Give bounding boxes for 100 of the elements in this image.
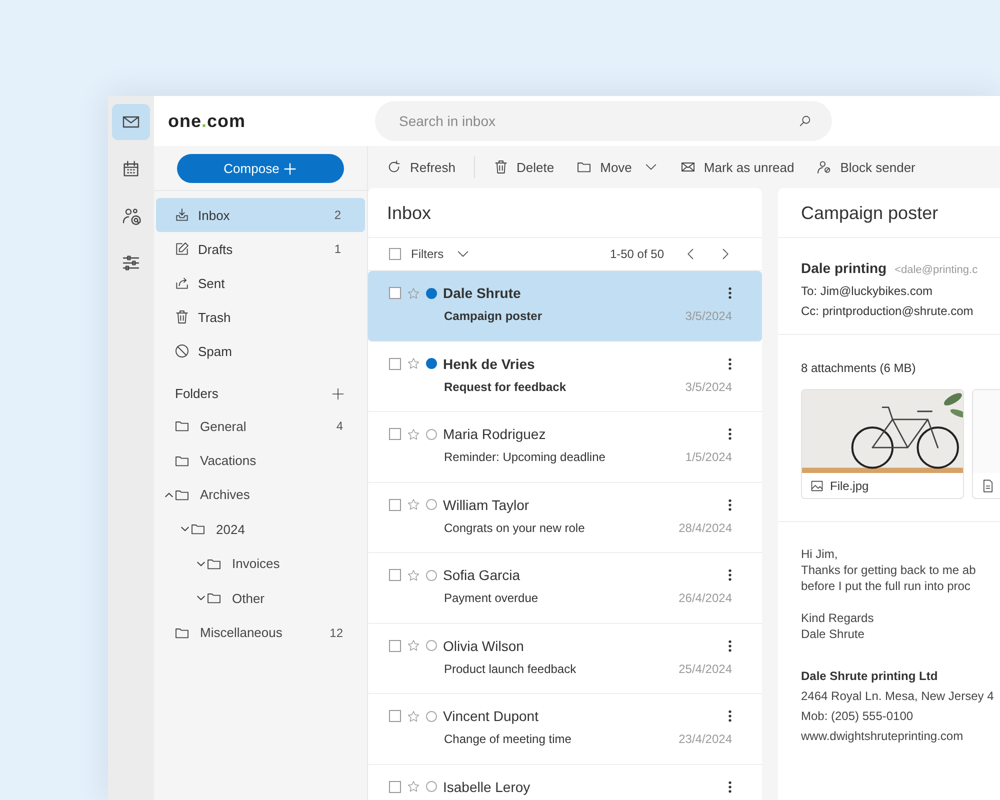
attachments-heading: 8 attachments (6 MB) — [801, 361, 917, 375]
add-folder-icon[interactable] — [331, 386, 345, 400]
attachment-card[interactable]: File.jpg — [801, 389, 964, 499]
signature-line: 2464 Royal Ln. Mesa, New Jersey 4 — [801, 688, 995, 704]
more-options-icon[interactable] — [728, 568, 732, 582]
toolbar-button[interactable]: Delete — [488, 155, 558, 179]
message-date: 3/5/2024 — [685, 380, 732, 394]
toolbar-button[interactable]: Mark as unread — [676, 155, 798, 179]
more-options-icon[interactable] — [728, 286, 732, 300]
message-row[interactable]: Dale Shrute Campaign poster 3/5/2024 — [368, 271, 762, 342]
sender-name: William Taylor — [443, 496, 530, 512]
message-row[interactable]: Maria Rodriguez Reminder: Upcoming deadline 1/5/2024 — [368, 412, 762, 482]
refresh-icon — [386, 159, 402, 175]
message-row[interactable]: Vincent Dupont Change of meeting time 23/4/2024 — [368, 694, 762, 764]
more-options-icon[interactable] — [728, 498, 732, 512]
block-icon — [174, 343, 190, 359]
message-subject: Payment overdue — [444, 591, 538, 605]
star-icon[interactable] — [407, 639, 420, 652]
message-date: 26/4/2024 — [678, 591, 732, 605]
compose-button[interactable]: Compose — [177, 154, 344, 183]
message-row[interactable]: William Taylor Congrats on your new role 28/4/2024 — [368, 482, 762, 553]
folders-heading: Folders — [175, 386, 218, 401]
mailbox-item[interactable]: Trash — [156, 300, 365, 334]
checkbox[interactable] — [389, 287, 401, 299]
trash-icon — [174, 309, 190, 325]
select-all-checkbox[interactable] — [389, 248, 401, 260]
mailbox-item[interactable]: Inbox 2 — [156, 198, 365, 232]
image-icon — [810, 478, 824, 492]
message-row[interactable]: Sofia Garcia Payment overdue 26/4/2024 — [368, 553, 762, 624]
more-options-icon[interactable] — [728, 780, 732, 794]
star-icon[interactable] — [407, 780, 420, 793]
checkbox[interactable] — [389, 780, 401, 792]
more-options-icon[interactable] — [728, 709, 732, 723]
logo: one.com — [168, 110, 246, 130]
sender-name: Vincent Dupont — [443, 708, 540, 724]
checkbox[interactable] — [389, 428, 401, 440]
mailbox-item[interactable]: Sent — [156, 266, 365, 300]
message-subject: Congrats on your new role — [444, 520, 585, 534]
star-icon[interactable] — [407, 498, 420, 511]
folder-item[interactable]: Other — [232, 590, 343, 606]
folder-item[interactable]: General — [200, 418, 336, 434]
message-date: 28/4/2024 — [678, 520, 732, 534]
folder-item[interactable]: 2024 — [216, 522, 343, 537]
checkbox[interactable] — [389, 569, 401, 581]
sender-name: Sofia Garcia — [443, 567, 522, 583]
rail-button[interactable] — [112, 104, 150, 140]
send-icon — [174, 275, 190, 291]
checkbox[interactable] — [389, 358, 401, 370]
star-icon[interactable] — [407, 286, 420, 300]
message-row[interactable]: Isabelle Leroy — [368, 764, 762, 800]
signature-line: www.dwightshruteprinting.com — [801, 728, 964, 744]
folder-item[interactable]: Miscellaneous — [200, 625, 330, 640]
message-subject: Request for feedback — [444, 380, 566, 394]
checkbox[interactable] — [389, 710, 401, 722]
checkbox[interactable] — [389, 640, 401, 652]
unread-count: 2 — [334, 208, 341, 222]
message-paragraph: Kind Regards Dale Shrute — [801, 610, 875, 642]
contacts-icon — [121, 206, 141, 226]
pencil-icon — [174, 241, 190, 257]
filters-dropdown[interactable]: Filters — [409, 247, 470, 261]
page-range: 1-50 of 50 — [610, 247, 664, 261]
message-date: 25/4/2024 — [678, 662, 732, 676]
sender-name: Henk de Vries — [443, 356, 536, 372]
message-title: Campaign poster — [778, 188, 1000, 238]
message-date: 3/5/2024 — [685, 309, 732, 323]
toolbar-button[interactable]: Refresh — [382, 155, 460, 179]
checkbox[interactable] — [389, 498, 401, 510]
trash-icon — [492, 159, 509, 175]
star-icon[interactable] — [407, 357, 420, 370]
document-icon — [981, 478, 995, 492]
search-field[interactable]: Search in inbox — [375, 101, 832, 141]
star-icon[interactable] — [407, 568, 420, 582]
folder-item[interactable]: Invoices — [232, 556, 343, 572]
toolbar-button[interactable]: Move — [572, 155, 662, 179]
star-icon[interactable] — [407, 710, 420, 722]
sender-name: Maria Rodriguez — [443, 426, 547, 442]
message-date: 1/5/2024 — [685, 450, 732, 464]
more-options-icon[interactable] — [728, 638, 732, 652]
message-subject: Change of meeting time — [444, 732, 572, 746]
signature-line: Mob: (205) 555-0100 — [801, 708, 914, 724]
more-options-icon[interactable] — [728, 427, 732, 441]
mailbox-item[interactable]: Spam — [156, 334, 365, 368]
message-subject: Product launch feedback — [444, 662, 576, 676]
folder-item[interactable]: Archives — [200, 487, 343, 502]
list-title: Inbox — [368, 188, 762, 238]
message-date: 23/4/2024 — [678, 732, 732, 746]
folder-item[interactable]: Vacations — [200, 453, 343, 468]
more-options-icon[interactable] — [728, 356, 732, 370]
message-row[interactable]: Olivia Wilson Product launch feedback 25/4/2024 — [368, 624, 762, 694]
user-block-icon — [816, 159, 832, 175]
mailbox-item[interactable]: Drafts 1 — [156, 232, 365, 266]
sender-name: Isabelle Leroy — [443, 778, 532, 794]
message-subject: Campaign poster — [444, 309, 542, 323]
attachment-name: File.jpg — [830, 478, 869, 492]
message-row[interactable]: Henk de Vries Request for feedback 3/5/2024 — [368, 342, 762, 412]
folder-count: 4 — [336, 419, 343, 434]
toolbar-button[interactable]: Block sender — [812, 155, 920, 179]
star-icon[interactable] — [407, 428, 420, 440]
search-icon[interactable] — [798, 114, 812, 128]
unread-count: 1 — [334, 242, 341, 256]
